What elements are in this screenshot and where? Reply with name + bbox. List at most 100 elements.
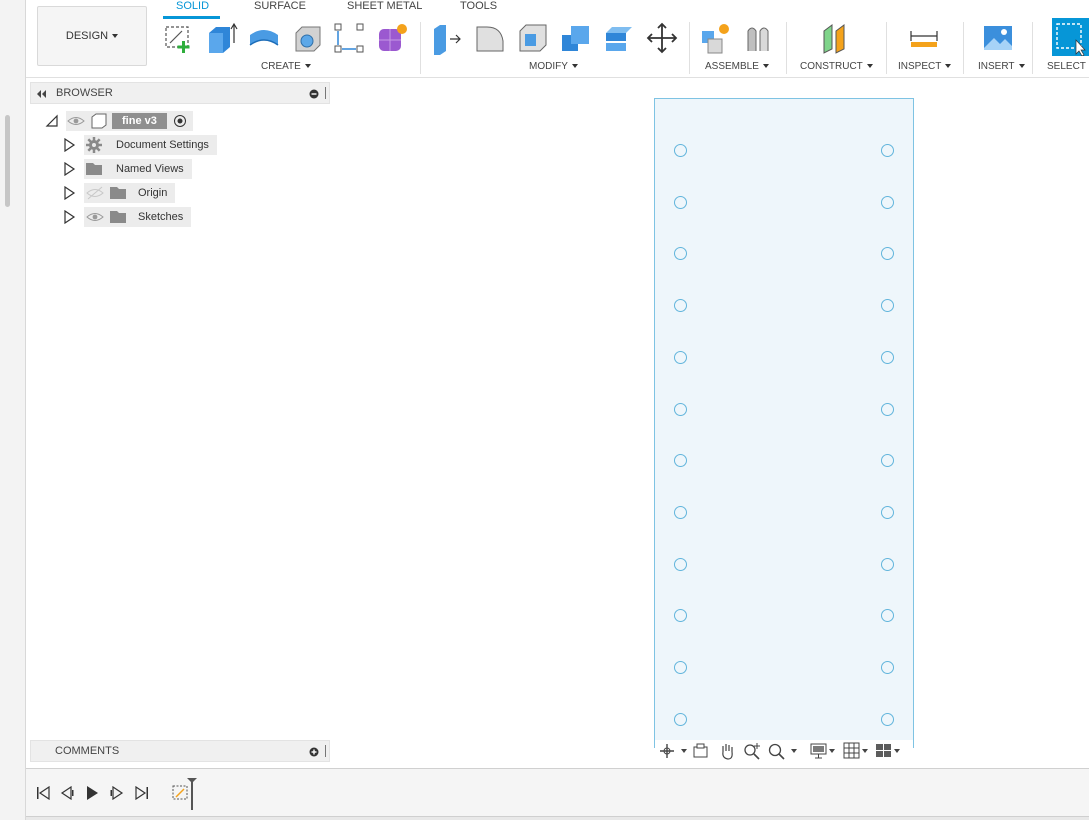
- offset-plane-icon[interactable]: [818, 21, 852, 55]
- tab-sheet-metal[interactable]: SHEET METAL: [347, 0, 422, 12]
- modify-menu[interactable]: MODIFY: [529, 61, 578, 72]
- tree-root[interactable]: fine v3: [44, 111, 344, 131]
- eye-icon[interactable]: [66, 113, 86, 129]
- hole-icon[interactable]: [290, 21, 324, 55]
- panel-resize-handle[interactable]: [325, 745, 326, 757]
- hole-edge[interactable]: [881, 299, 894, 313]
- collapse-panel-icon[interactable]: [36, 90, 46, 98]
- hole-edge[interactable]: [881, 402, 894, 416]
- document-settings-node[interactable]: Document Settings: [84, 135, 217, 155]
- step-back-icon[interactable]: [60, 786, 74, 800]
- expand-triangle-icon[interactable]: [64, 210, 76, 224]
- hole-edge[interactable]: [674, 661, 687, 674]
- hole-edge[interactable]: [674, 402, 687, 416]
- sketches-node[interactable]: Sketches: [84, 207, 192, 227]
- tree-item-label: Document Settings: [116, 139, 209, 151]
- hole-edge[interactable]: [881, 195, 894, 209]
- viewports-icon[interactable]: [875, 742, 903, 760]
- construct-menu[interactable]: CONSTRUCT: [800, 61, 873, 72]
- tab-solid[interactable]: SOLID: [176, 0, 209, 12]
- hole-edge[interactable]: [881, 557, 894, 571]
- expand-triangle-icon[interactable]: [64, 162, 76, 176]
- expanded-triangle-icon[interactable]: [44, 113, 60, 129]
- eye-hidden-icon[interactable]: [84, 185, 106, 201]
- expand-triangle-icon[interactable]: [64, 186, 76, 200]
- expand-triangle-icon[interactable]: [64, 138, 76, 152]
- hole-edge[interactable]: [674, 454, 687, 468]
- tree-item-sketches[interactable]: Sketches: [64, 207, 344, 227]
- hole-edge[interactable]: [674, 557, 687, 571]
- offset-face-icon[interactable]: [602, 21, 636, 55]
- hole-edge[interactable]: [674, 299, 687, 313]
- hole-edge[interactable]: [881, 505, 894, 519]
- pattern-icon[interactable]: [332, 21, 366, 55]
- go-to-end-icon[interactable]: [135, 786, 149, 800]
- shell-icon[interactable]: [516, 21, 550, 55]
- hole-edge[interactable]: [674, 712, 687, 726]
- pan-icon[interactable]: [718, 742, 736, 760]
- chevron-down-icon: [571, 64, 578, 69]
- new-component-icon[interactable]: [698, 21, 732, 55]
- hole-edge[interactable]: [674, 609, 687, 623]
- joint-icon[interactable]: [742, 21, 776, 55]
- tree-item-label: Sketches: [138, 211, 184, 223]
- hole-edge[interactable]: [881, 454, 894, 468]
- hole-edge[interactable]: [674, 505, 687, 519]
- root-node[interactable]: fine v3: [66, 111, 193, 131]
- hole-edge[interactable]: [881, 350, 894, 364]
- hole-edge[interactable]: [881, 609, 894, 623]
- tree-item-origin[interactable]: Origin: [64, 183, 344, 203]
- tree-item-document-settings[interactable]: Document Settings: [64, 135, 344, 155]
- measure-icon[interactable]: [907, 21, 941, 55]
- go-to-start-icon[interactable]: [36, 786, 50, 800]
- press-pull-icon[interactable]: [430, 21, 464, 55]
- insert-menu[interactable]: INSERT: [978, 61, 1025, 72]
- select-window-button[interactable]: [1052, 18, 1089, 57]
- play-icon[interactable]: [85, 785, 99, 801]
- insert-image-icon[interactable]: [981, 21, 1015, 55]
- hole-edge[interactable]: [881, 247, 894, 261]
- hole-edge[interactable]: [674, 144, 687, 157]
- scrollbar[interactable]: [5, 115, 10, 207]
- combine-icon[interactable]: [559, 21, 593, 55]
- grid-icon[interactable]: [843, 742, 871, 760]
- hole-edge[interactable]: [674, 195, 687, 209]
- hole-edge[interactable]: [881, 144, 894, 157]
- hole-edge[interactable]: [674, 247, 687, 261]
- inspect-menu[interactable]: INSPECT: [898, 61, 952, 72]
- orbit-icon[interactable]: [659, 743, 691, 759]
- select-menu[interactable]: SELECT: [1047, 61, 1086, 72]
- construct-label: CONSTRUCT: [800, 61, 863, 72]
- tab-surface[interactable]: SURFACE: [254, 0, 306, 12]
- create-form-icon[interactable]: [375, 21, 409, 55]
- hole-edge[interactable]: [881, 712, 894, 726]
- origin-node[interactable]: Origin: [84, 183, 176, 203]
- minus-icon[interactable]: [309, 89, 319, 99]
- create-label: CREATE: [261, 61, 301, 72]
- create-menu[interactable]: CREATE: [261, 61, 311, 72]
- workspace-switcher-button[interactable]: DESIGN: [37, 6, 147, 66]
- add-comment-icon[interactable]: [309, 747, 319, 757]
- extrude-icon[interactable]: [204, 21, 238, 55]
- look-at-icon[interactable]: [692, 743, 710, 759]
- fillet-icon[interactable]: [473, 21, 507, 55]
- hole-edge[interactable]: [674, 350, 687, 364]
- fit-icon[interactable]: [767, 742, 799, 760]
- named-views-node[interactable]: Named Views: [84, 159, 192, 179]
- revolve-icon[interactable]: [247, 21, 281, 55]
- zoom-icon[interactable]: [743, 742, 761, 760]
- activate-radio-icon[interactable]: [171, 113, 189, 129]
- create-sketch-icon[interactable]: [162, 21, 196, 55]
- move-icon[interactable]: [645, 21, 679, 55]
- display-settings-icon[interactable]: [810, 742, 838, 760]
- assemble-menu[interactable]: ASSEMBLE: [705, 61, 769, 72]
- sketch-feature-icon[interactable]: [171, 778, 199, 810]
- plate-body[interactable]: [654, 98, 914, 748]
- eye-icon[interactable]: [84, 209, 106, 225]
- panel-resize-handle[interactable]: [325, 87, 326, 99]
- chevron-down-icon: [866, 64, 873, 69]
- step-forward-icon[interactable]: [110, 786, 124, 800]
- tab-tools[interactable]: TOOLS: [460, 0, 497, 12]
- hole-edge[interactable]: [881, 661, 894, 674]
- tree-item-named-views[interactable]: Named Views: [64, 159, 344, 179]
